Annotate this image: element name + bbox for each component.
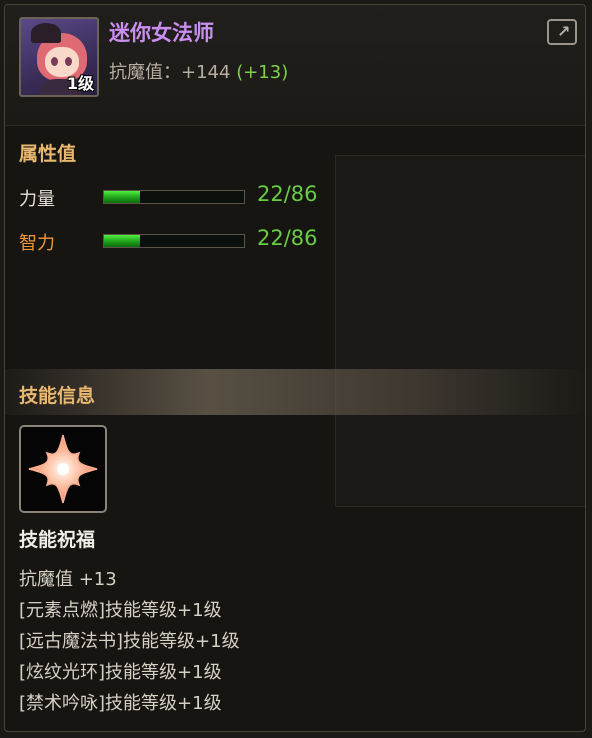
stat-value: 22/86 [257, 226, 318, 250]
portrait-eye [65, 57, 72, 66]
character-portrait: 1级 [19, 17, 99, 97]
resist-label: 抗魔值：+144 [109, 62, 231, 83]
portrait-eye [51, 57, 58, 66]
background-card [335, 155, 585, 507]
skill-effect-line: 抗魔值 +13 [19, 569, 117, 590]
item-name: 迷你女法师 [109, 21, 214, 45]
skill-section-title: 技能信息 [19, 385, 96, 407]
stat-label: 智力 [19, 233, 55, 254]
skill-icon[interactable] [19, 425, 107, 513]
four-point-star-icon [28, 434, 98, 504]
stat-progress-fill [104, 191, 140, 203]
skill-name: 技能祝福 [19, 529, 96, 551]
skill-effect-line: [远古魔法书]技能等级+1级 [19, 631, 240, 652]
stat-progress-bar [103, 190, 245, 204]
stat-value: 22/86 [257, 182, 318, 206]
attributes-title: 属性值 [19, 143, 77, 165]
share-export-icon[interactable]: ↗ [547, 19, 577, 45]
item-tooltip-panel: 1级 迷你女法师 抗魔值：+144 (+13) ↗ 属性值 力量 22/86 智力 2… [4, 4, 586, 732]
tooltip-header: 1级 迷你女法师 抗魔值：+144 (+13) ↗ [5, 5, 585, 126]
skill-effect-line: [禁术吟咏]技能等级+1级 [19, 693, 222, 714]
resist-value: 抗魔值：+144 (+13) [109, 58, 288, 84]
portrait-hat [31, 23, 61, 43]
level-badge: 1级 [66, 74, 94, 93]
stat-progress-bar [103, 234, 245, 248]
skill-effect-line: [炫纹光环]技能等级+1级 [19, 662, 222, 683]
stat-label: 力量 [19, 189, 55, 210]
stat-progress-fill [104, 235, 140, 247]
skill-effect-line: [元素点燃]技能等级+1级 [19, 600, 222, 621]
resist-bonus: (+13) [236, 62, 289, 83]
